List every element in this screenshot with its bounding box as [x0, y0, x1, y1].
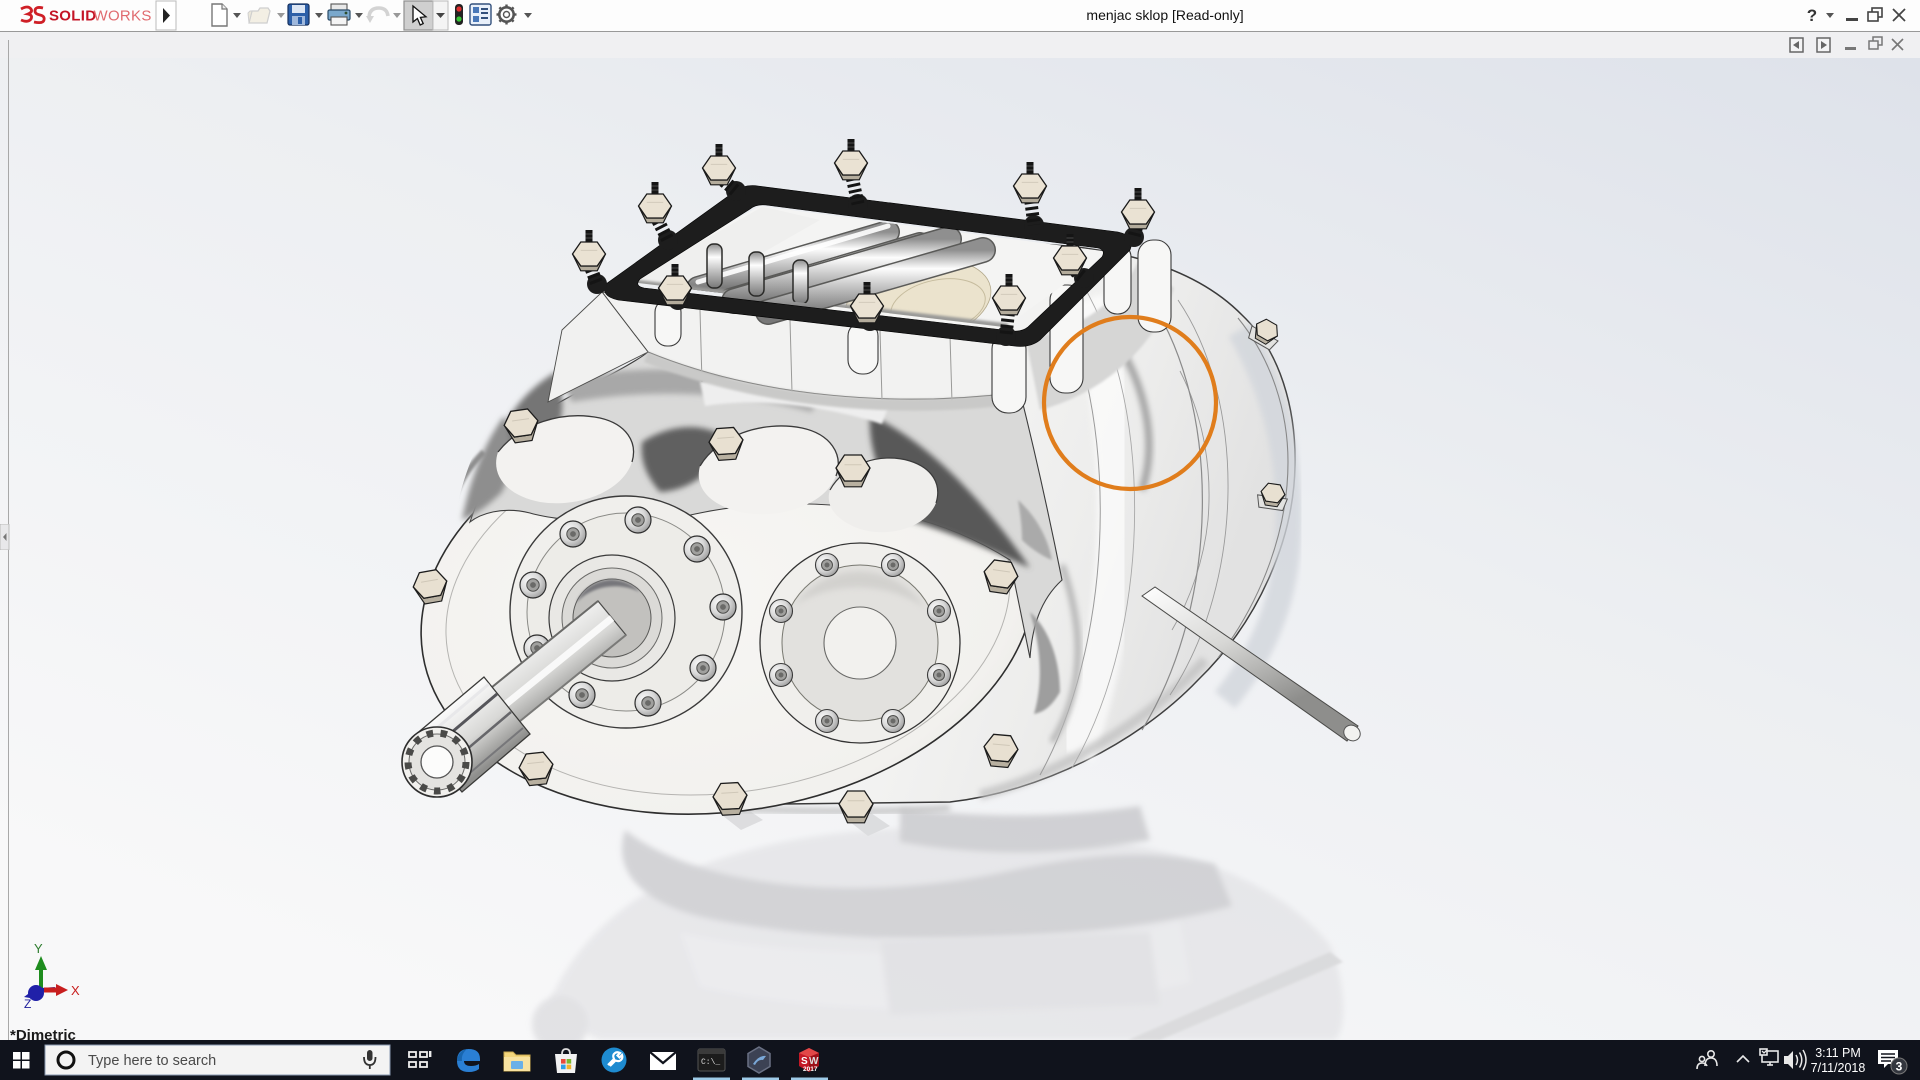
- svg-text:WORKS: WORKS: [94, 8, 152, 25]
- svg-text:7/11/2018: 7/11/2018: [1811, 1061, 1866, 1075]
- svg-text:3:11 PM: 3:11 PM: [1815, 1046, 1861, 1060]
- svg-text:menjac sklop [Read-only]: menjac sklop [Read-only]: [1086, 7, 1243, 23]
- svg-text:?: ?: [1807, 6, 1817, 25]
- svg-text:*Dimetric: *Dimetric: [10, 1027, 76, 1040]
- svg-text:C:\_: C:\_: [701, 1058, 720, 1067]
- svg-text:Y: Y: [34, 941, 43, 956]
- svg-text:Z: Z: [24, 997, 31, 1011]
- svg-text:X: X: [71, 983, 80, 998]
- svg-text:2017: 2017: [803, 1066, 818, 1073]
- svg-text:SOLID: SOLID: [49, 8, 96, 25]
- svg-text:3: 3: [1896, 1060, 1903, 1074]
- svg-text:Type here to search: Type here to search: [88, 1053, 216, 1069]
